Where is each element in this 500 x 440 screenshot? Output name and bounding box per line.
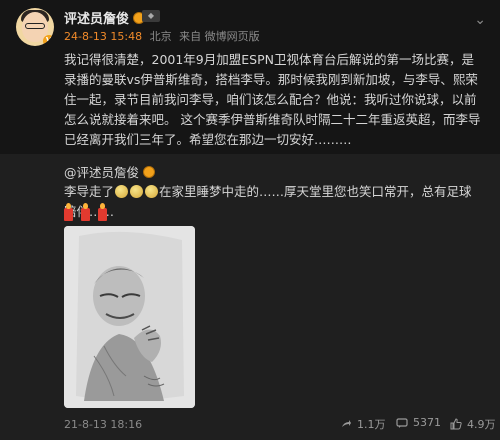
like-count: 4.9万 xyxy=(467,418,496,431)
avatar[interactable]: V xyxy=(16,8,54,46)
sketch-portrait-art xyxy=(64,226,195,408)
like-icon xyxy=(450,418,462,430)
pray-emoji-icon xyxy=(115,185,129,198)
repost-member-badge-icon xyxy=(143,165,156,178)
pray-emoji-icon xyxy=(145,185,159,198)
repost-author[interactable]: @评述员詹俊 xyxy=(64,162,156,181)
repost-card[interactable]: @评述员詹俊 李导走了 在家里睡梦中走的……厚天堂里您也笑口常开，总有足球陪伴…… xyxy=(0,154,500,440)
sketch-portrait-image[interactable] xyxy=(64,226,195,408)
repost-author-text[interactable]: @评述员詹俊 xyxy=(64,162,139,181)
post-source: 来自 微博网页版 xyxy=(179,30,260,43)
candle-icon xyxy=(98,203,108,221)
avatar-glasses xyxy=(25,23,45,29)
candle-emojis xyxy=(64,203,110,223)
author-name[interactable]: 评述员詹俊 xyxy=(64,8,146,27)
comment-stat[interactable]: 5371 xyxy=(396,416,441,429)
verified-badge-icon: V xyxy=(43,35,54,46)
share-stat[interactable]: 1.1万 xyxy=(340,416,386,432)
pray-emoji-icon xyxy=(130,185,144,198)
post-location: 北京 xyxy=(149,30,172,43)
author-name-text[interactable]: 评述员詹俊 xyxy=(64,8,129,27)
post-meta: 24-8-13 15:48 北京 来自 微博网页版 xyxy=(64,28,264,44)
share-count: 1.1万 xyxy=(357,418,386,431)
post-text: 我记得很清楚，2001年9月加盟ESPN卫视体育台后解说的第一场比赛，是录播的曼… xyxy=(64,52,481,147)
repost-text: 李导走了 在家里睡梦中走的……厚天堂里您也笑口常开，总有足球陪伴…… xyxy=(64,182,484,222)
comment-icon xyxy=(396,417,408,428)
vip-flag-icon: ◆ xyxy=(142,10,160,22)
candle-icon xyxy=(64,203,73,221)
like-stat[interactable]: 4.9万 xyxy=(450,416,496,432)
repost-text-a: 李导走了 xyxy=(64,184,115,199)
weibo-post: V 评述员詹俊 ◆ ⌄ 24-8-13 15:48 北京 来自 微博网页版 我记… xyxy=(0,0,500,440)
comment-count: 5371 xyxy=(413,416,441,429)
chevron-down-icon[interactable]: ⌄ xyxy=(474,12,486,28)
share-icon xyxy=(342,420,351,427)
post-time[interactable]: 24-8-13 15:48 xyxy=(64,30,142,43)
repost-time[interactable]: 21-8-13 18:16 xyxy=(64,418,142,431)
candle-icon xyxy=(81,203,91,221)
